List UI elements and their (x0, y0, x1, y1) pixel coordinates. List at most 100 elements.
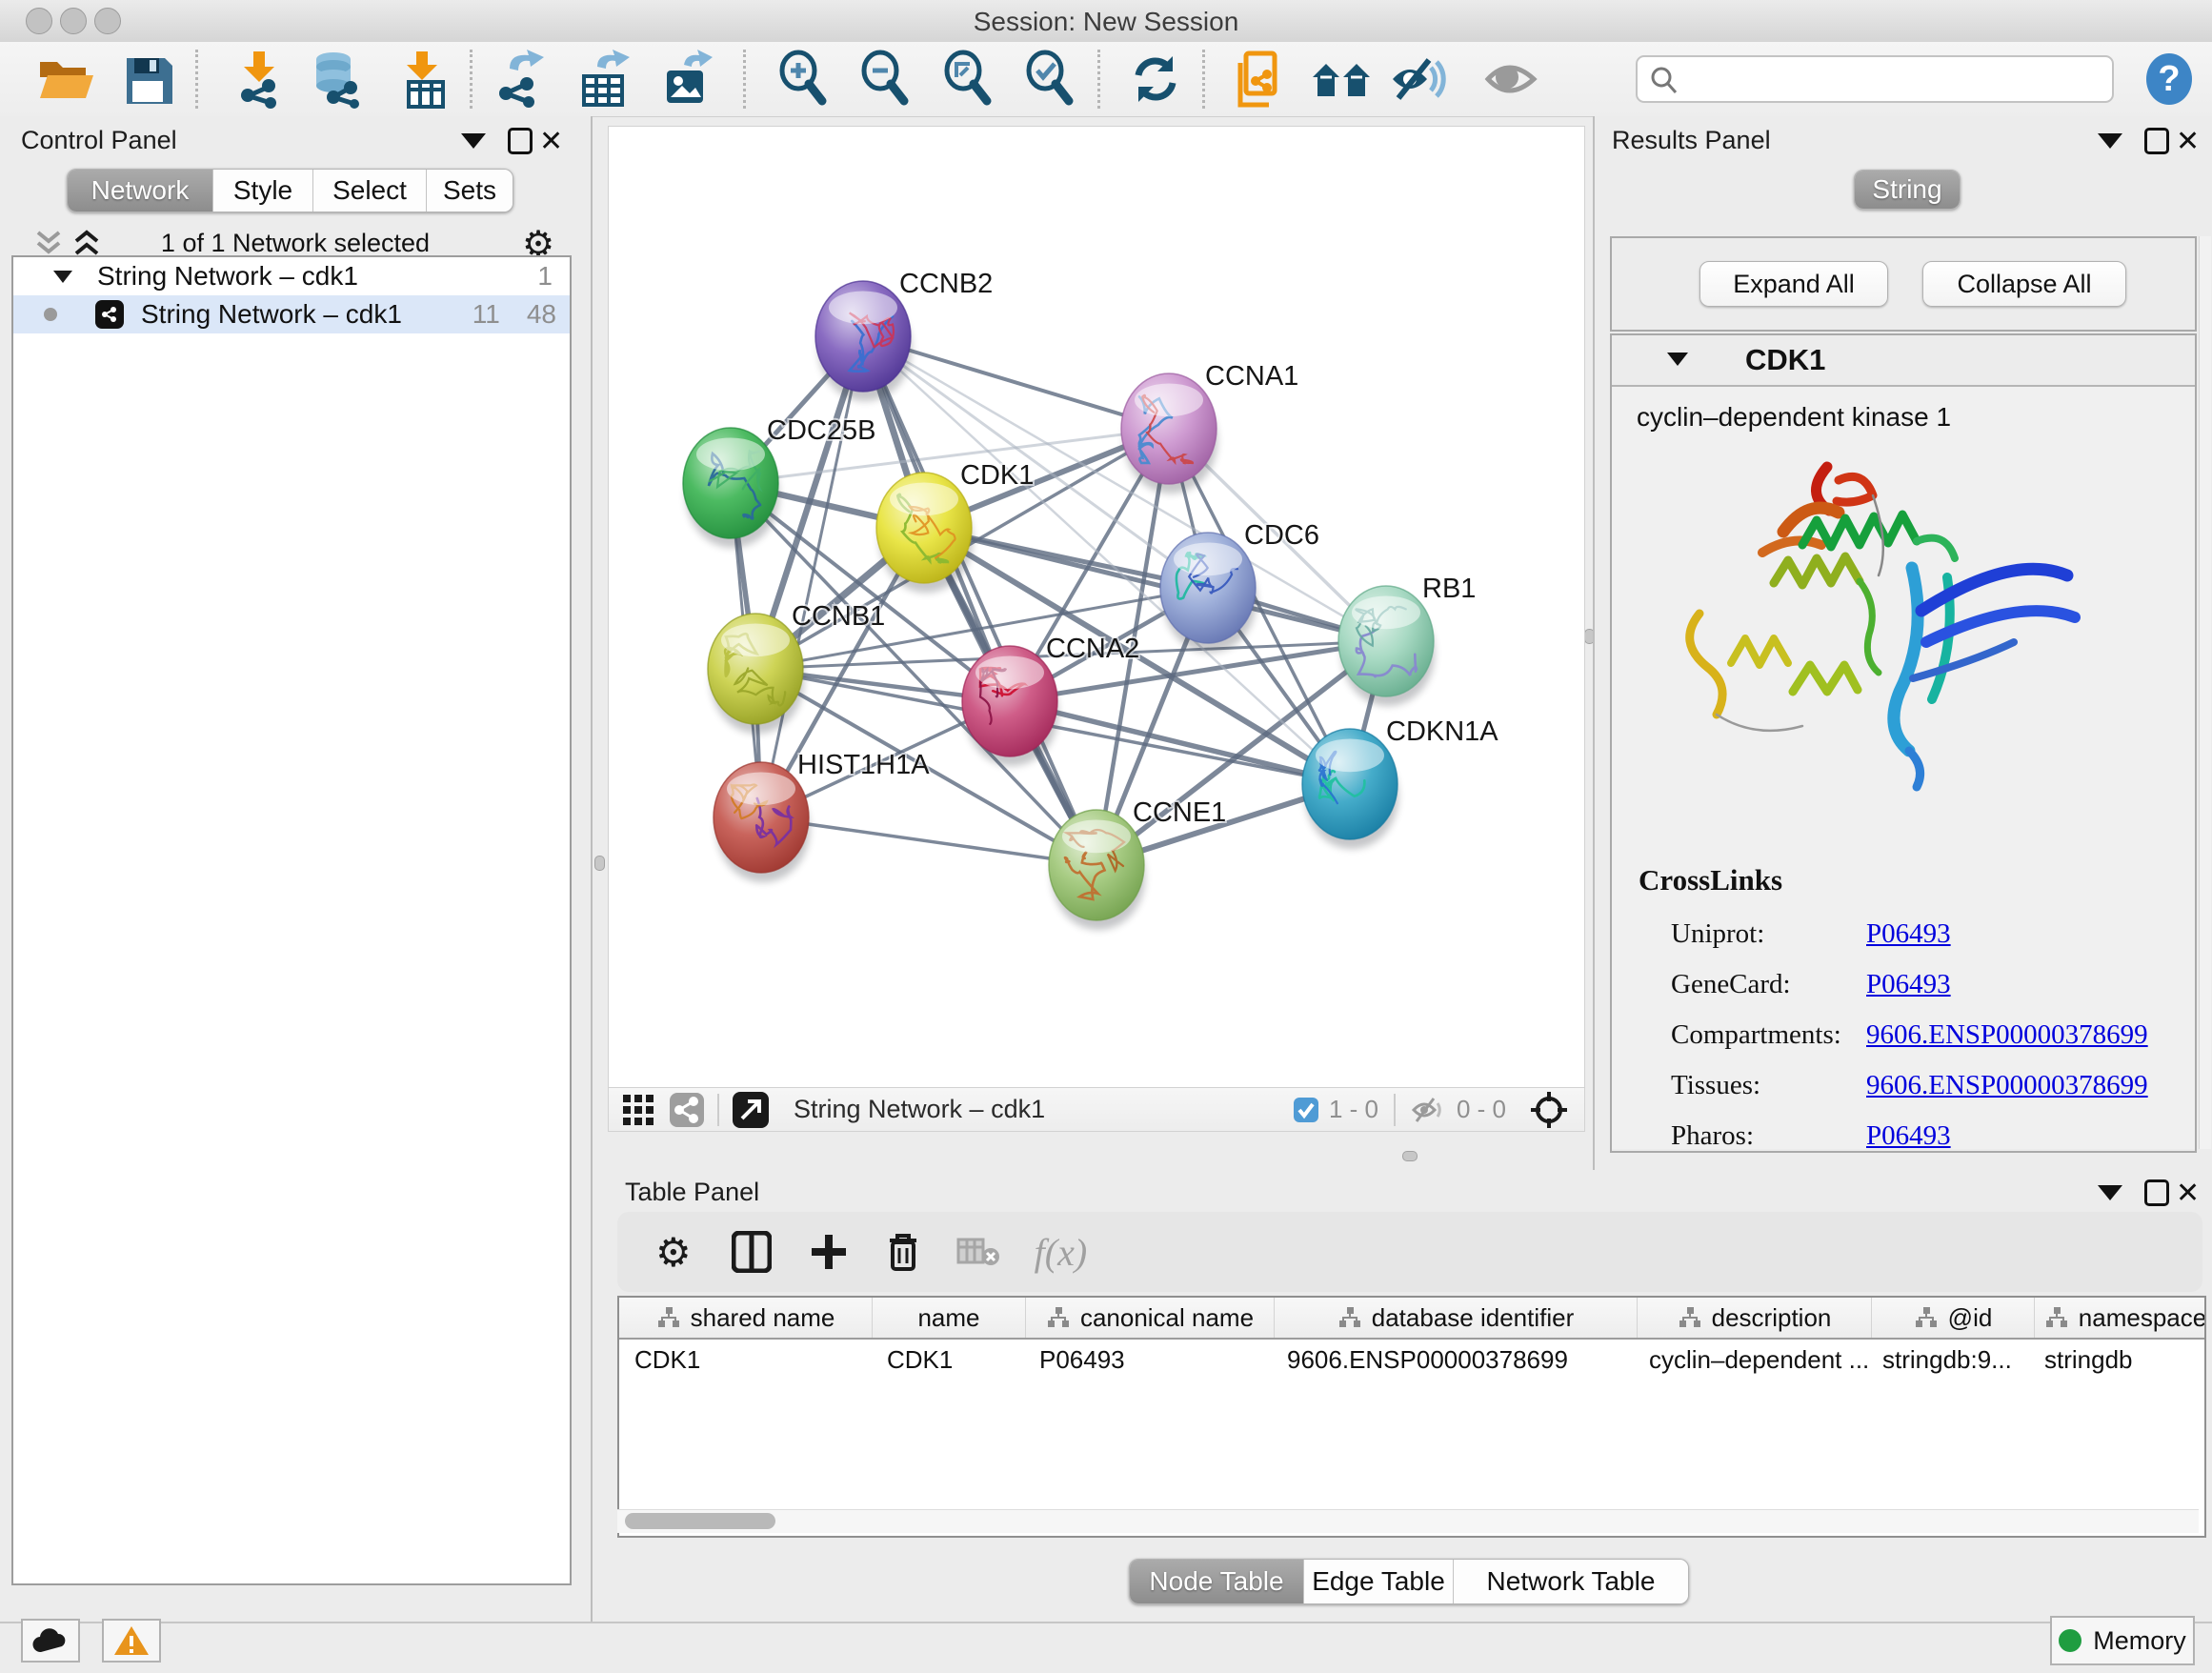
string-network-graph[interactable]: CCNB2CCNA1CDC25BCDK1CDC6RB1CCNB1CCNA2CDK… (609, 127, 1584, 1087)
refresh-layout-icon[interactable] (1124, 48, 1187, 111)
table-cell[interactable]: stringdb (2029, 1340, 2206, 1380)
selected-nodes-checkbox-icon[interactable] (1293, 1097, 1319, 1123)
zoom-selected-icon[interactable] (1017, 48, 1080, 111)
float-panel-icon[interactable] (461, 133, 486, 149)
node-table[interactable]: shared namenamecanonical namedatabase id… (617, 1296, 2206, 1538)
tab-sets[interactable]: Sets (426, 170, 513, 212)
tab-edge-table[interactable]: Edge Table (1303, 1560, 1453, 1603)
float-panel-icon[interactable] (2098, 133, 2122, 149)
table-cell[interactable]: stringdb:9... (1867, 1340, 2029, 1380)
crosslink-link[interactable]: P06493 (1866, 918, 1951, 950)
export-image-icon[interactable] (655, 48, 718, 111)
table-cell[interactable]: 9606.ENSP00000378699 (1272, 1340, 1634, 1380)
network-canvas[interactable]: CCNB2CCNA1CDC25BCDK1CDC6RB1CCNB1CCNA2CDK… (608, 126, 1585, 1088)
network-node-rb1[interactable] (1338, 586, 1435, 706)
crosslink-link[interactable]: P06493 (1866, 969, 1951, 1000)
network-node-cdc25b[interactable] (683, 428, 779, 548)
tab-network[interactable]: Network (68, 170, 212, 212)
equation-fx-icon[interactable]: f(x) (1035, 1230, 1088, 1275)
table-options-gear-icon[interactable]: ⚙ (655, 1229, 692, 1276)
import-network-icon[interactable] (227, 48, 290, 111)
table-hscrollbar[interactable] (617, 1509, 2199, 1533)
show-columns-icon[interactable] (732, 1231, 772, 1273)
network-node-ccna2[interactable] (962, 646, 1058, 766)
collapse-triangle-icon[interactable] (51, 268, 74, 285)
warning-status-button[interactable] (102, 1619, 161, 1663)
first-neighbors-icon[interactable] (1311, 48, 1374, 111)
tab-string[interactable]: String (1855, 171, 1960, 209)
open-session-icon[interactable] (34, 48, 97, 111)
grid-view-icon[interactable] (622, 1094, 654, 1126)
vertical-splitter-handle[interactable] (594, 856, 605, 871)
network-view-icon[interactable] (670, 1093, 704, 1127)
collapse-all-button[interactable]: Collapse All (1922, 261, 2126, 307)
detach-view-icon[interactable] (733, 1092, 769, 1128)
column-header-description[interactable]: description (1638, 1298, 1872, 1338)
export-table-icon[interactable] (573, 48, 635, 111)
close-panel-icon[interactable]: ✕ (2176, 128, 2200, 156)
table-cell[interactable]: CDK1 (619, 1340, 872, 1380)
column-header-database-identifier[interactable]: database identifier (1275, 1298, 1638, 1338)
close-panel-icon[interactable]: ✕ (2176, 1179, 2200, 1208)
clone-network-icon[interactable] (1229, 48, 1292, 111)
tab-network-table[interactable]: Network Table (1453, 1560, 1688, 1603)
memory-button[interactable]: Memory (2050, 1616, 2195, 1665)
crosslink-link[interactable]: 9606.ENSP00000378699 (1866, 1019, 2148, 1051)
expand-all-button[interactable]: Expand All (1699, 261, 1888, 307)
close-panel-icon[interactable]: ✕ (539, 128, 563, 156)
table-cell[interactable]: P06493 (1024, 1340, 1272, 1380)
search-field[interactable] (1636, 55, 2114, 103)
network-row[interactable]: String Network – cdk1 11 48 (13, 295, 570, 333)
results-scrollbar[interactable] (2199, 236, 2211, 1149)
search-input[interactable] (1687, 59, 2101, 97)
zoom-fit-icon[interactable] (935, 48, 998, 111)
network-node-cdc6[interactable] (1160, 533, 1257, 653)
network-view-toolbar: String Network – cdk1 1 - 0 0 - 0 (608, 1087, 1585, 1132)
network-edge-ccnb2-ccne1[interactable] (863, 336, 1096, 865)
column-header-canonical-name[interactable]: canonical name (1026, 1298, 1275, 1338)
table-cell[interactable]: cyclin–dependent ... (1634, 1340, 1867, 1380)
delete-table-icon[interactable] (956, 1236, 1000, 1268)
network-node-ccnb2[interactable] (815, 281, 912, 401)
delete-column-icon[interactable] (886, 1231, 920, 1273)
tab-node-table[interactable]: Node Table (1130, 1560, 1303, 1603)
column-header--id[interactable]: @id (1872, 1298, 2035, 1338)
network-node-cdkn1a[interactable] (1302, 729, 1398, 849)
network-node-hist1h1a[interactable] (714, 762, 810, 882)
import-table-icon[interactable] (391, 48, 453, 111)
zoom-in-icon[interactable] (771, 48, 834, 111)
collapse-gene-icon[interactable] (1667, 353, 1688, 366)
network-edge-hist1h1a-ccne1[interactable] (761, 817, 1096, 865)
network-node-cdk1[interactable] (876, 473, 973, 593)
cloud-status-button[interactable] (21, 1619, 80, 1663)
maximize-panel-icon[interactable] (2144, 1179, 2169, 1206)
float-panel-icon[interactable] (2098, 1185, 2122, 1200)
help-icon[interactable]: ? (2138, 48, 2201, 111)
save-session-icon[interactable] (116, 48, 179, 111)
zoom-out-icon[interactable] (853, 48, 915, 111)
column-header-namespace[interactable]: namespace (2035, 1298, 2206, 1338)
maximize-panel-icon[interactable] (2144, 128, 2169, 154)
network-node-ccne1[interactable] (1049, 810, 1145, 930)
hide-selected-icon[interactable] (1387, 48, 1450, 111)
column-header-shared-name[interactable]: shared name (619, 1298, 873, 1338)
svg-text:?: ? (2158, 59, 2180, 99)
table-hscrollbar-thumb[interactable] (625, 1513, 775, 1529)
import-network-database-icon[interactable] (307, 48, 370, 111)
add-column-icon[interactable] (810, 1233, 848, 1271)
crosslink-link[interactable]: 9606.ENSP00000378699 (1866, 1070, 2148, 1101)
network-collection-row[interactable]: String Network – cdk1 1 (13, 257, 570, 295)
crosslink-link[interactable]: P06493 (1866, 1120, 1951, 1152)
birdseye-crosshair-icon[interactable] (1529, 1090, 1569, 1130)
tab-style[interactable]: Style (212, 170, 312, 212)
tab-select[interactable]: Select (312, 170, 426, 212)
graphics-details-icon[interactable] (1480, 48, 1543, 111)
table-row[interactable]: CDK1CDK1P064939606.ENSP00000378699cyclin… (619, 1340, 2204, 1380)
export-network-icon[interactable] (489, 48, 552, 111)
network-node-ccnb1[interactable] (708, 614, 804, 734)
maximize-panel-icon[interactable] (508, 128, 533, 154)
column-header-name[interactable]: name (873, 1298, 1026, 1338)
network-node-ccna1[interactable] (1121, 373, 1217, 494)
horizontal-splitter-handle[interactable] (1402, 1151, 1418, 1161)
table-cell[interactable]: CDK1 (872, 1340, 1024, 1380)
